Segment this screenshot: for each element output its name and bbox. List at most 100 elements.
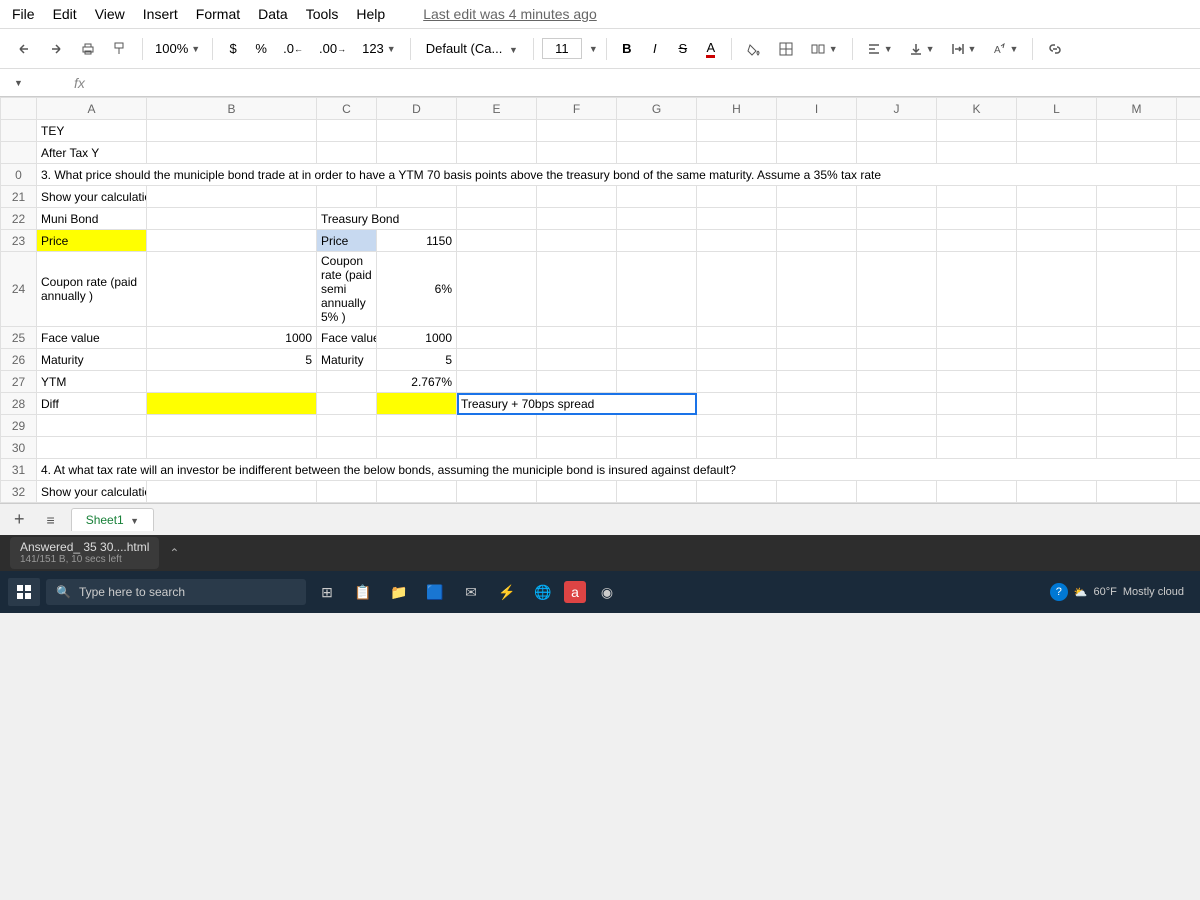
- cell[interactable]: [147, 142, 317, 164]
- edge-icon[interactable]: 🌐: [528, 577, 558, 607]
- cell[interactable]: [857, 349, 937, 371]
- cell[interactable]: [777, 142, 857, 164]
- cell[interactable]: [537, 371, 617, 393]
- cell[interactable]: Coupon rate (paid semi annually 5% ): [317, 252, 377, 327]
- row-header[interactable]: 23: [1, 230, 37, 252]
- cell[interactable]: [777, 349, 857, 371]
- cell[interactable]: [537, 481, 617, 503]
- cell[interactable]: [457, 481, 537, 503]
- cell[interactable]: [937, 481, 1017, 503]
- taskbar-app-icon[interactable]: a: [564, 581, 586, 603]
- cell[interactable]: [377, 142, 457, 164]
- cell[interactable]: [317, 120, 377, 142]
- cell[interactable]: [857, 230, 937, 252]
- row-header[interactable]: 25: [1, 327, 37, 349]
- cell[interactable]: [857, 437, 937, 459]
- cell[interactable]: [937, 208, 1017, 230]
- cell[interactable]: [617, 437, 697, 459]
- cell[interactable]: [1017, 252, 1097, 327]
- cell[interactable]: [147, 208, 317, 230]
- font-size-dropdown[interactable]: ▼: [589, 44, 598, 54]
- cell[interactable]: [857, 481, 937, 503]
- cell[interactable]: [457, 415, 537, 437]
- row-header[interactable]: 30: [1, 437, 37, 459]
- cell[interactable]: [1177, 481, 1200, 503]
- cell[interactable]: [377, 437, 457, 459]
- cell[interactable]: [777, 437, 857, 459]
- text-color-button[interactable]: A: [699, 36, 723, 62]
- cell[interactable]: [537, 252, 617, 327]
- cell[interactable]: [537, 327, 617, 349]
- cell[interactable]: [697, 327, 777, 349]
- cell[interactable]: [697, 252, 777, 327]
- cell[interactable]: [937, 349, 1017, 371]
- cell[interactable]: [1017, 437, 1097, 459]
- col-header[interactable]: G: [617, 98, 697, 120]
- cell[interactable]: [147, 120, 317, 142]
- cell[interactable]: [1097, 327, 1177, 349]
- row-header[interactable]: 22: [1, 208, 37, 230]
- cell[interactable]: Maturity: [317, 349, 377, 371]
- cell[interactable]: [857, 327, 937, 349]
- col-header[interactable]: L: [1017, 98, 1097, 120]
- cell[interactable]: YTM: [37, 371, 147, 393]
- file-explorer-icon[interactable]: 📁: [384, 577, 414, 607]
- cell[interactable]: [857, 252, 937, 327]
- cell[interactable]: [617, 186, 697, 208]
- cell[interactable]: 5: [147, 349, 317, 371]
- cell[interactable]: [857, 371, 937, 393]
- cell[interactable]: [1177, 252, 1200, 327]
- cell[interactable]: [777, 208, 857, 230]
- menu-insert[interactable]: Insert: [143, 6, 178, 22]
- cell[interactable]: [537, 437, 617, 459]
- cell[interactable]: [1097, 481, 1177, 503]
- cell[interactable]: [1097, 186, 1177, 208]
- cell[interactable]: [617, 208, 697, 230]
- cell[interactable]: [377, 186, 457, 208]
- cell[interactable]: [1017, 142, 1097, 164]
- cell[interactable]: [1177, 371, 1200, 393]
- row-header[interactable]: 26: [1, 349, 37, 371]
- col-header[interactable]: E: [457, 98, 537, 120]
- cell[interactable]: [1097, 437, 1177, 459]
- col-header[interactable]: K: [937, 98, 1017, 120]
- strikethrough-button[interactable]: S: [671, 36, 695, 62]
- h-align-button[interactable]: ▼: [861, 36, 899, 62]
- cell[interactable]: Price: [317, 230, 377, 252]
- cell[interactable]: [1177, 120, 1200, 142]
- cell[interactable]: [537, 349, 617, 371]
- cell[interactable]: [457, 327, 537, 349]
- cell[interactable]: Coupon rate (paid annually ): [37, 252, 147, 327]
- cell[interactable]: [1017, 186, 1097, 208]
- cell[interactable]: [1177, 393, 1200, 415]
- cell[interactable]: Treasury Bond: [317, 208, 457, 230]
- sheet-tab[interactable]: Sheet1 ▼: [71, 508, 154, 531]
- print-button[interactable]: [74, 36, 102, 62]
- row-header[interactable]: 24: [1, 252, 37, 327]
- all-sheets-button[interactable]: ≡: [41, 512, 61, 528]
- taskbar-app-icon[interactable]: 🟦: [420, 577, 450, 607]
- cell[interactable]: [617, 327, 697, 349]
- weather-widget[interactable]: ? ⛅ 60°F Mostly cloud: [1050, 583, 1192, 601]
- row-header[interactable]: 29: [1, 415, 37, 437]
- cell[interactable]: [1017, 120, 1097, 142]
- cell[interactable]: Price: [37, 230, 147, 252]
- cell[interactable]: [317, 481, 377, 503]
- cell[interactable]: [937, 120, 1017, 142]
- cell[interactable]: [537, 230, 617, 252]
- cell[interactable]: [857, 120, 937, 142]
- cell[interactable]: [1017, 393, 1097, 415]
- cell[interactable]: [537, 208, 617, 230]
- cell[interactable]: [377, 481, 457, 503]
- start-button[interactable]: [8, 578, 40, 606]
- cell[interactable]: [697, 393, 777, 415]
- cell[interactable]: After Tax Y: [37, 142, 147, 164]
- merge-button[interactable]: ▼: [804, 36, 844, 62]
- col-header[interactable]: I: [777, 98, 857, 120]
- cell[interactable]: 1000: [147, 327, 317, 349]
- row-header[interactable]: 27: [1, 371, 37, 393]
- cell[interactable]: [857, 142, 937, 164]
- cell[interactable]: [697, 120, 777, 142]
- cell[interactable]: 1000: [377, 327, 457, 349]
- cell[interactable]: [457, 437, 537, 459]
